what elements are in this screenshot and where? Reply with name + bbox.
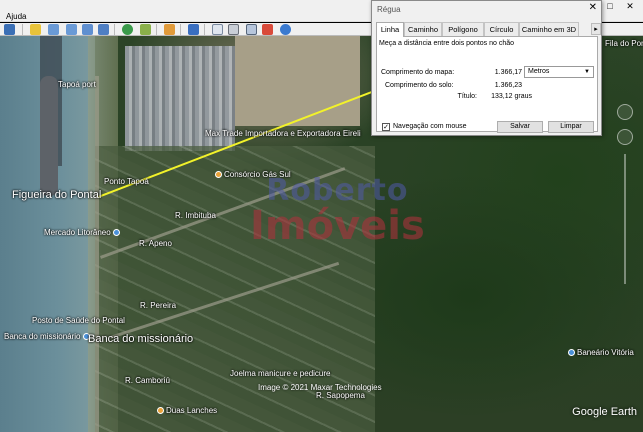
place-pin-icon	[157, 407, 164, 415]
ground-length-value: 1.366,23	[494, 82, 522, 89]
tour-icon[interactable]	[98, 24, 109, 35]
heading-label: Título:	[457, 93, 477, 100]
map-label[interactable]: Banca do missionário	[4, 332, 92, 341]
toolbar-separator	[204, 24, 205, 35]
tabs-scroll-right-icon[interactable]: ▸	[591, 23, 601, 35]
road	[95, 76, 99, 432]
sun-icon[interactable]	[140, 24, 151, 35]
tab-polygon[interactable]: Polígono	[442, 22, 484, 36]
map-label[interactable]: R. Sapopema	[316, 391, 365, 400]
place-pin-icon	[112, 229, 120, 237]
toolbar-separator	[156, 24, 157, 35]
polygon-icon[interactable]	[48, 24, 59, 35]
ruler-panel: Meça a distância entre dois pontos no ch…	[376, 36, 598, 133]
sand-yard	[235, 36, 360, 126]
tab-circle[interactable]: Círculo	[484, 22, 519, 36]
map-label[interactable]: Tapoá port	[58, 80, 96, 89]
unit-select-value: Metros	[528, 68, 550, 75]
save-button[interactable]: Salvar	[497, 121, 543, 133]
toolbar-separator	[22, 24, 23, 35]
ruler-icon[interactable]	[188, 24, 199, 35]
place-name: Duas Lanches	[166, 406, 218, 415]
toolbar-separator	[180, 24, 181, 35]
zoom-slider[interactable]	[624, 154, 626, 284]
dialog-close-button[interactable]: ✕	[589, 2, 597, 13]
heading-value: 133,12 graus	[491, 93, 532, 100]
move-joystick-icon[interactable]	[617, 129, 633, 145]
map-length-label: Comprimento do mapa:	[381, 69, 455, 76]
navigation-controls[interactable]	[615, 44, 635, 299]
map-label[interactable]: Figueira do Pontal	[12, 189, 101, 201]
watermark: Roberto Imóveis	[250, 173, 425, 249]
map-label[interactable]: Joelma manicure e pedicure	[230, 369, 331, 378]
place-name: Posto de Saúde do Pontal	[32, 316, 125, 325]
maps-icon[interactable]	[262, 24, 273, 35]
tab-line[interactable]: Linha	[376, 22, 404, 37]
google-earth-logo: Google Earth	[572, 406, 637, 418]
tab-3d-path[interactable]: Caminho em 3D	[519, 22, 579, 36]
map-label[interactable]: R. Imbituba	[175, 211, 216, 220]
ruler-dialog: Régua ✕ Linha Caminho Polígono Círculo C…	[371, 0, 602, 136]
map-length-value: 1.366,17	[494, 69, 522, 76]
history-icon[interactable]	[122, 24, 133, 35]
map-label[interactable]: Max Trade Importadora e Exportadora Eire…	[205, 129, 361, 138]
mouse-navigation-label: Navegação com mouse	[393, 123, 467, 130]
sky-icon[interactable]	[164, 24, 175, 35]
look-joystick-icon[interactable]	[617, 104, 633, 120]
path-icon[interactable]	[66, 24, 77, 35]
measure-description: Meça a distância entre dois pontos no ch…	[379, 40, 515, 47]
email-icon[interactable]	[212, 24, 223, 35]
watermark-line2: Imóveis	[250, 203, 425, 249]
ground-length-label: Comprimento do solo:	[385, 82, 454, 89]
sidebar-icon[interactable]	[4, 24, 15, 35]
place-pin-icon	[568, 349, 575, 357]
place-name: Baneário Vitória	[577, 348, 634, 357]
print-icon[interactable]	[228, 24, 239, 35]
mouse-navigation-checkbox[interactable]: ✓	[382, 123, 390, 131]
map-label[interactable]: Mercado Litorâneo	[44, 228, 122, 237]
restore-button[interactable]: □	[604, 0, 616, 12]
map-label[interactable]: Baneário Vitória	[568, 348, 634, 357]
globe-icon[interactable]	[280, 24, 291, 35]
chevron-down-icon: ▼	[584, 69, 590, 75]
place-pin-icon	[215, 171, 222, 179]
toolbar-separator	[114, 24, 115, 35]
ship	[40, 76, 58, 196]
menu-help[interactable]: Ajuda	[6, 12, 26, 21]
placemark-icon[interactable]	[30, 24, 41, 35]
map-label[interactable]: R. Apeno	[139, 239, 172, 248]
map-label[interactable]: Banca do missionário	[88, 333, 193, 345]
ruler-tabs: Linha Caminho Polígono Círculo Caminho e…	[376, 22, 601, 37]
map-label[interactable]: Posto de Saúde do Pontal	[32, 316, 125, 325]
imagery-copyright: Image © 2021 Maxar Technologies	[258, 383, 382, 392]
dialog-title: Régua	[377, 5, 401, 14]
watermark-line1: Roberto	[266, 173, 409, 208]
tab-path[interactable]: Caminho	[404, 22, 442, 36]
close-button[interactable]: ✕	[624, 0, 636, 12]
map-label[interactable]: Duas Lanches	[157, 406, 217, 415]
map-label[interactable]: R. Camboriú	[125, 376, 170, 385]
image-icon[interactable]	[246, 24, 257, 35]
map-label[interactable]: R. Pereira	[140, 301, 176, 310]
overlay-icon[interactable]	[82, 24, 93, 35]
unit-select[interactable]: Metros ▼	[524, 66, 594, 78]
map-label[interactable]: Ponto Tapoá	[104, 177, 149, 186]
place-name: Banca do missionário	[4, 332, 81, 341]
place-name: Mercado Litorâneo	[44, 228, 111, 237]
clear-button[interactable]: Limpar	[548, 121, 594, 133]
